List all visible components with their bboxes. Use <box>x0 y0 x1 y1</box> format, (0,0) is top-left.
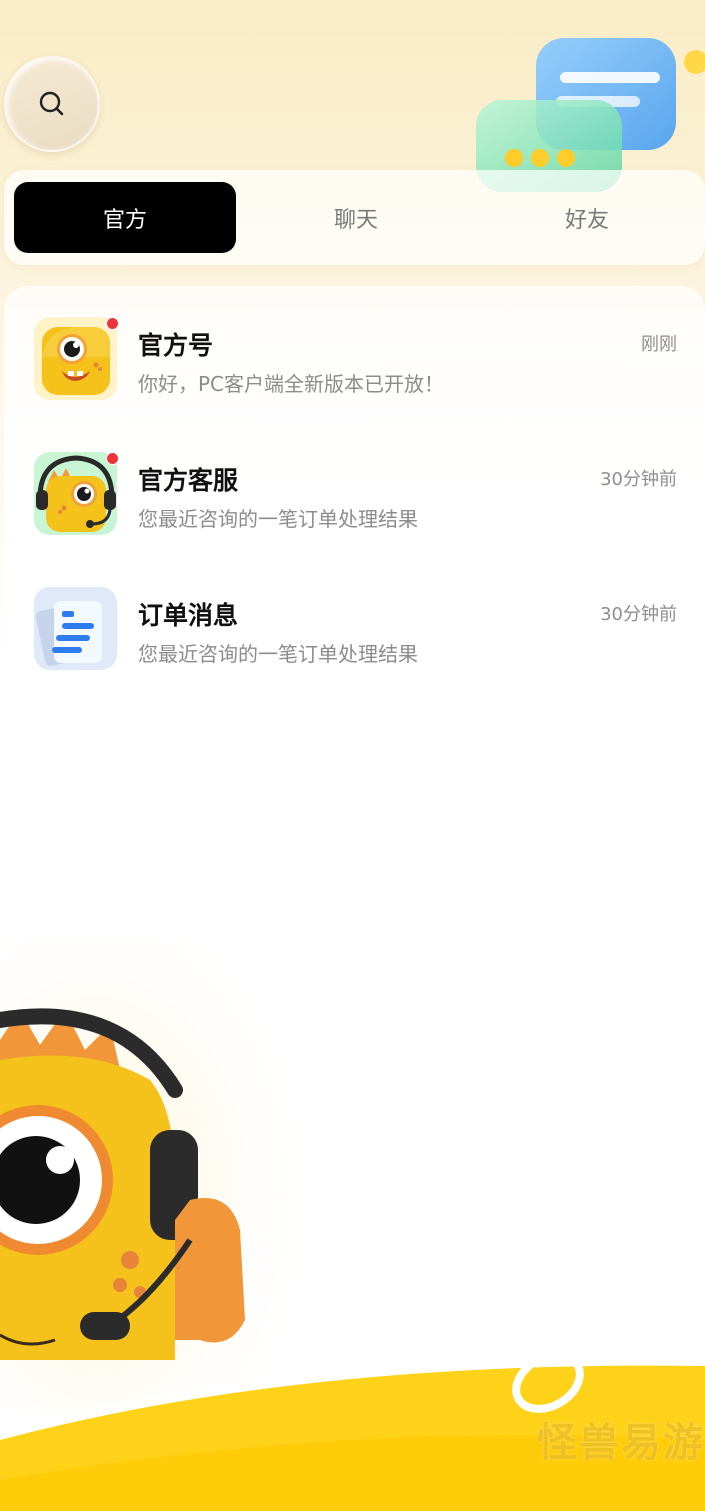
message-title: 订单消息 <box>138 601 239 630</box>
message-item-official[interactable]: 官方号 你好，PC客户端全新版本已开放！ 刚刚 <box>4 286 705 400</box>
tab-chat[interactable]: 聊天 <box>245 182 467 253</box>
message-item-orders[interactable]: 订单消息 您最近咨询的一笔订单处理结果 30分钟前 <box>4 556 705 670</box>
message-preview: 你好，PC客户端全新版本已开放！ <box>138 372 445 396</box>
unread-dot <box>106 452 119 465</box>
document-avatar <box>34 587 117 670</box>
monster-avatar <box>34 317 117 400</box>
tab-friends[interactable]: 好友 <box>476 182 698 253</box>
watermark-text: 怪兽易游 <box>537 1420 705 1466</box>
tab-bar: 官方 聊天 好友 <box>4 170 705 265</box>
message-time: 刚刚 <box>641 334 677 355</box>
message-list: 官方号 你好，PC客户端全新版本已开放！ 刚刚 官方客服 您最近咨询的一笔订单处… <box>4 286 705 716</box>
message-title: 官方客服 <box>138 466 239 495</box>
search-button[interactable] <box>4 56 100 152</box>
tab-official[interactable]: 官方 <box>14 182 236 253</box>
message-preview: 您最近咨询的一笔订单处理结果 <box>138 507 418 531</box>
unread-dot <box>106 317 119 330</box>
monster-headset-avatar <box>34 452 117 535</box>
message-time: 30分钟前 <box>600 604 677 625</box>
message-preview: 您最近咨询的一笔订单处理结果 <box>138 642 418 666</box>
message-title: 官方号 <box>138 331 214 360</box>
message-time: 30分钟前 <box>600 469 677 490</box>
message-item-customer-service[interactable]: 官方客服 您最近咨询的一笔订单处理结果 30分钟前 <box>4 421 705 535</box>
search-icon <box>39 91 64 116</box>
